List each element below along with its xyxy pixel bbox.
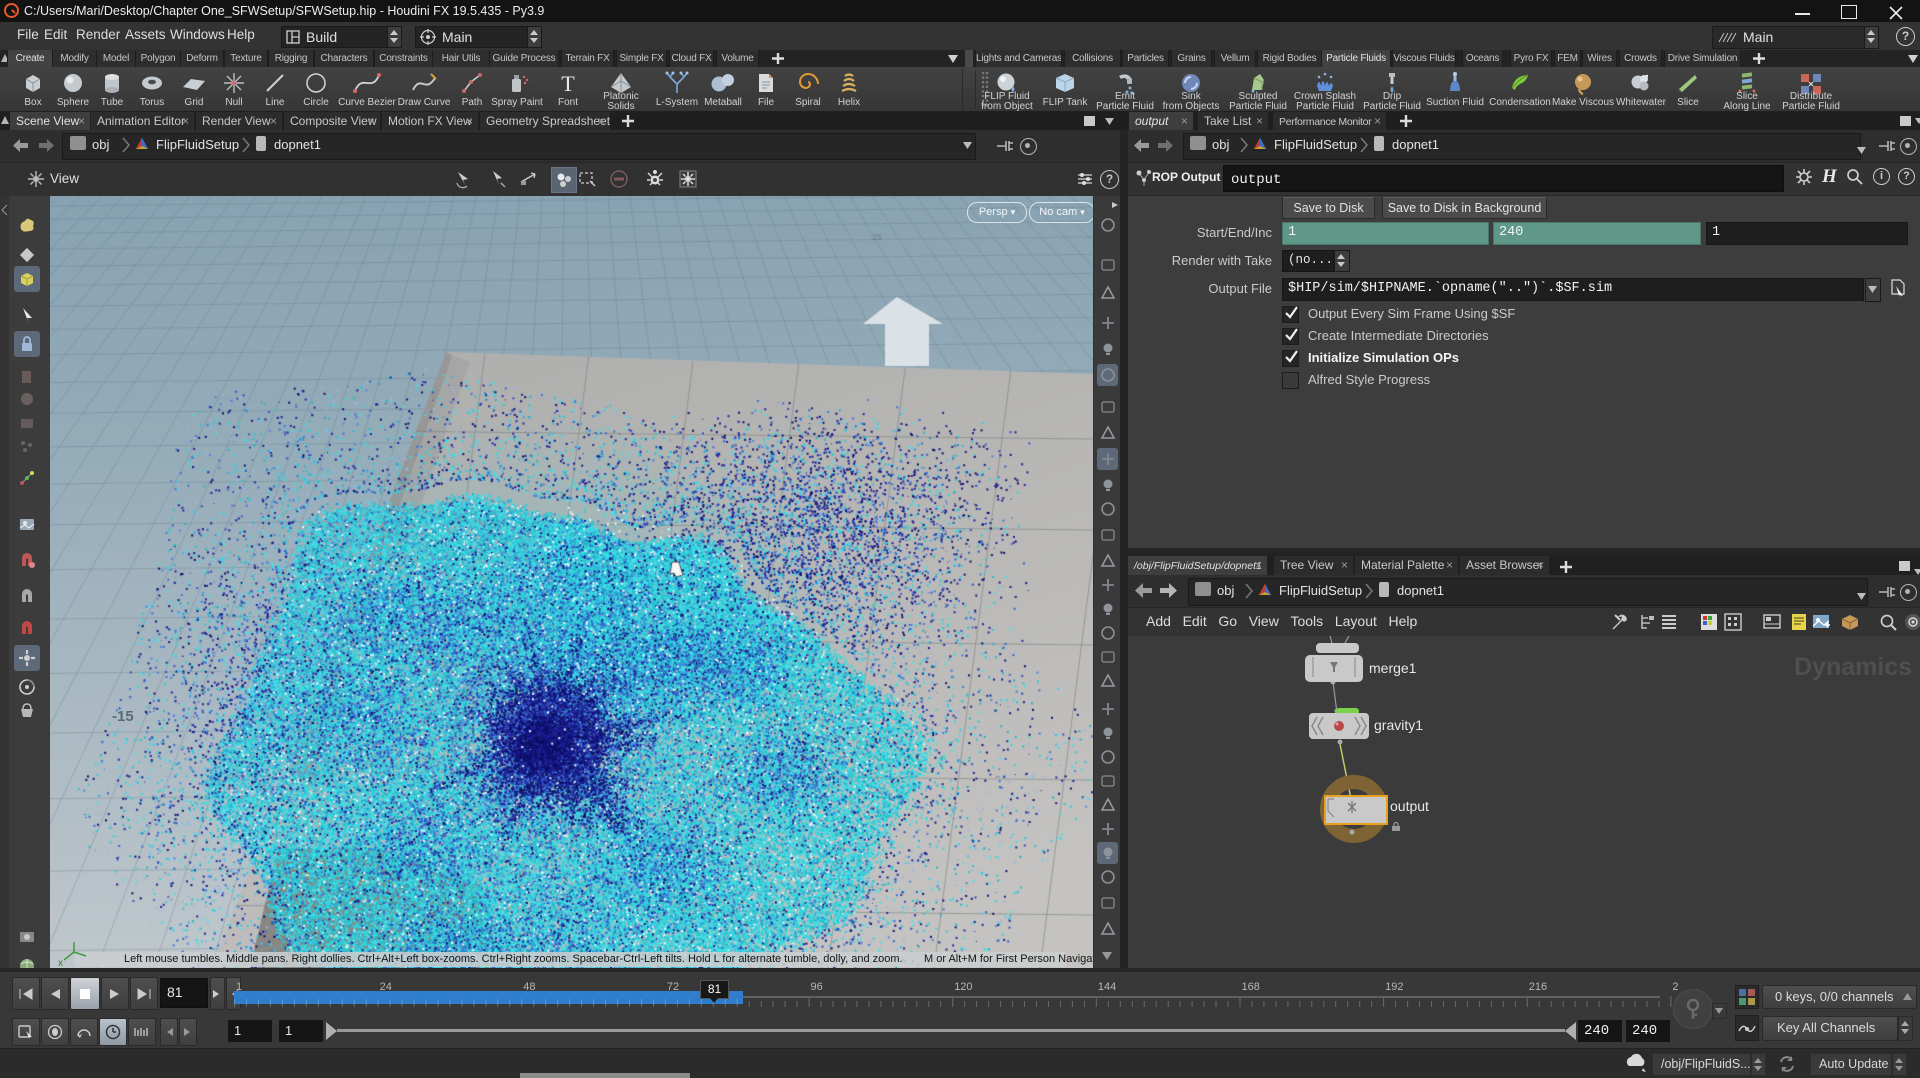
- svg-text:2: 2: [1672, 981, 1678, 993]
- svg-text:96: 96: [811, 981, 823, 993]
- svg-text:192: 192: [1385, 981, 1403, 993]
- svg-text:144: 144: [1098, 981, 1116, 993]
- svg-text:168: 168: [1241, 981, 1259, 993]
- svg-text:x: x: [58, 958, 63, 966]
- svg-text:120: 120: [954, 981, 972, 993]
- svg-text:216: 216: [1529, 981, 1547, 993]
- svg-text:T: T: [561, 71, 575, 96]
